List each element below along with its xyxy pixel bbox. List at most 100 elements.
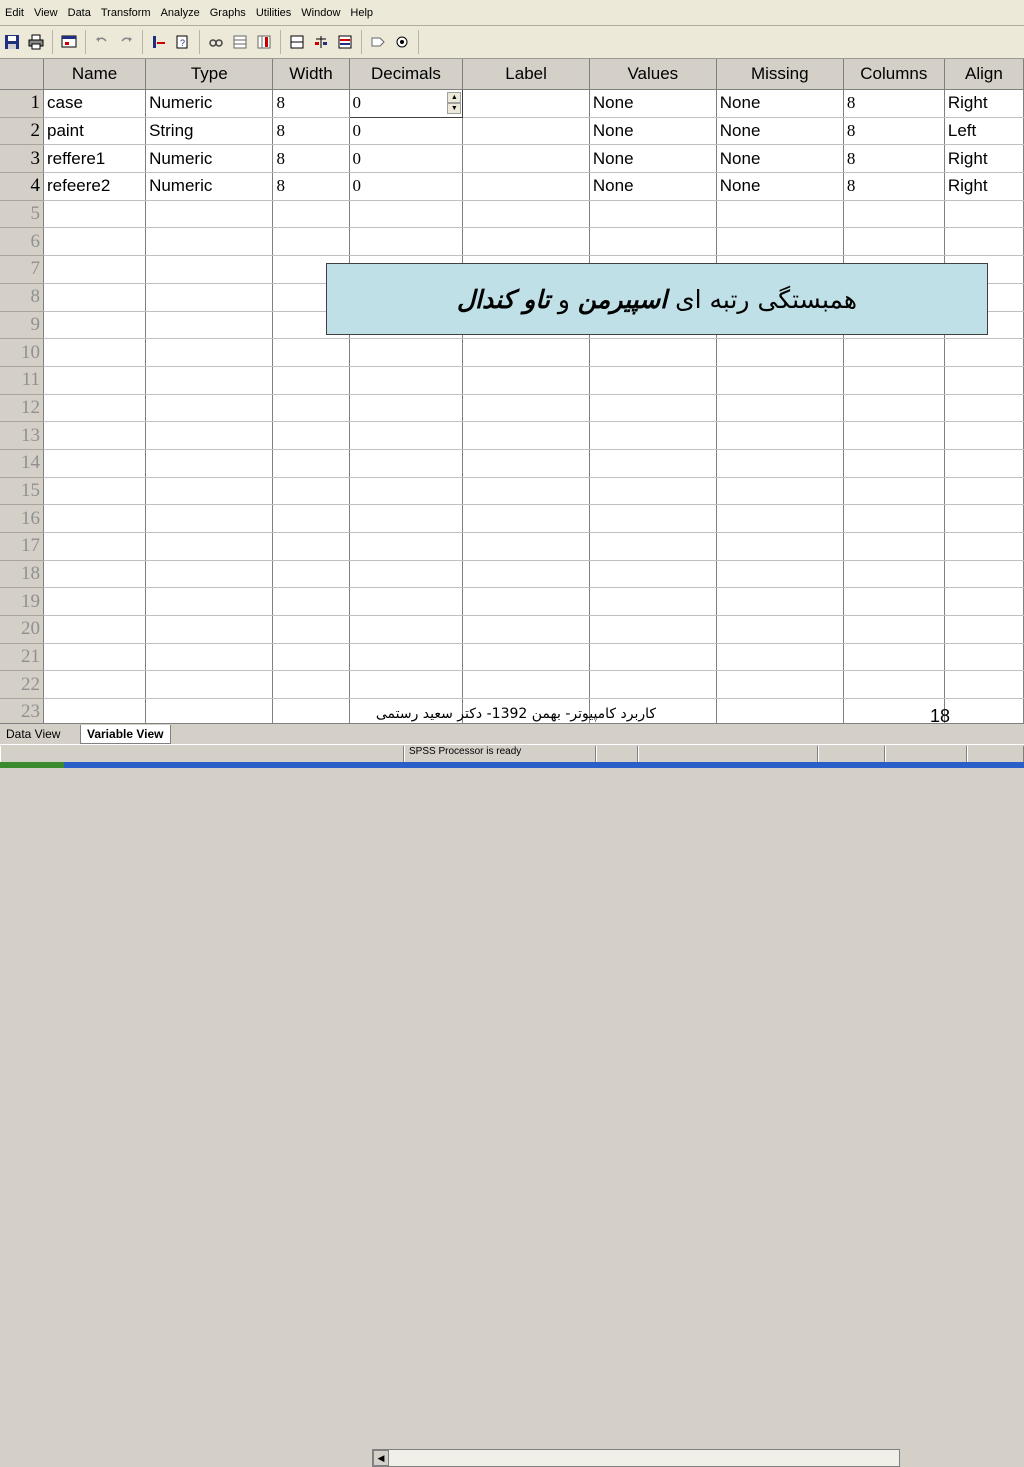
cell-type[interactable]	[145, 587, 274, 617]
cell-align[interactable]	[944, 504, 1024, 533]
cell-label[interactable]	[462, 587, 590, 617]
cell-values[interactable]	[589, 670, 717, 700]
cell-missing[interactable]: None	[716, 144, 844, 174]
row-number[interactable]: 16	[0, 504, 44, 533]
cell-values[interactable]	[589, 587, 717, 617]
cell-values[interactable]	[589, 200, 717, 229]
cell-align[interactable]	[944, 200, 1024, 229]
cell-missing[interactable]	[716, 227, 844, 257]
cell-type[interactable]: Numeric	[145, 172, 274, 201]
cell-label[interactable]	[462, 338, 590, 367]
cell-type[interactable]: String	[145, 117, 274, 146]
cell-align[interactable]	[944, 394, 1024, 423]
cell-align[interactable]	[944, 670, 1024, 700]
dialog-recall-icon[interactable]	[58, 32, 80, 52]
print-icon[interactable]	[25, 32, 47, 52]
cell-label[interactable]	[462, 227, 590, 257]
cell-label[interactable]	[462, 504, 590, 533]
row-number[interactable]: 3	[0, 144, 44, 174]
cell-name[interactable]	[43, 200, 147, 229]
cell-align[interactable]	[944, 698, 1024, 723]
save-icon[interactable]	[1, 32, 23, 52]
cell-label[interactable]	[462, 366, 590, 395]
cell-align[interactable]	[944, 615, 1024, 644]
cell-missing[interactable]	[716, 587, 844, 617]
cell-decimals[interactable]	[349, 560, 464, 589]
cell-decimals[interactable]	[349, 394, 464, 423]
insert-cases-icon[interactable]	[229, 32, 251, 52]
corner-cell[interactable]	[0, 59, 44, 90]
cell-values[interactable]	[589, 504, 717, 533]
cell-decimals[interactable]: 0	[349, 117, 464, 146]
cell-values[interactable]	[589, 643, 717, 672]
cell-name[interactable]	[43, 421, 147, 450]
cell-missing[interactable]	[716, 338, 844, 367]
cell-width[interactable]	[272, 394, 350, 423]
row-number[interactable]: 15	[0, 477, 44, 506]
cell-type[interactable]: Numeric	[145, 89, 274, 118]
cell-values[interactable]	[589, 366, 717, 395]
row-number[interactable]: 19	[0, 587, 44, 617]
cell-decimals[interactable]: 0	[349, 172, 464, 201]
cell-decimals[interactable]: 0	[349, 144, 464, 174]
cell-missing[interactable]	[716, 394, 844, 423]
spin-up-icon[interactable]: ▲	[447, 92, 462, 103]
cell-columns[interactable]: 8	[843, 89, 945, 118]
cell-width[interactable]	[272, 532, 350, 561]
cell-missing[interactable]	[716, 532, 844, 561]
cell-type[interactable]	[145, 670, 274, 700]
cell-missing[interactable]	[716, 366, 844, 395]
cell-columns[interactable]	[843, 394, 945, 423]
cell-values[interactable]	[589, 227, 717, 257]
cell-decimals[interactable]	[349, 227, 464, 257]
row-number[interactable]: 21	[0, 643, 44, 672]
redo-icon[interactable]	[115, 32, 137, 52]
cell-align[interactable]: Right	[944, 172, 1024, 201]
cell-values[interactable]	[589, 615, 717, 644]
row-number[interactable]: 22	[0, 670, 44, 700]
cell-decimals[interactable]	[349, 421, 464, 450]
cell-columns[interactable]: 8	[843, 172, 945, 201]
cell-width[interactable]: 8	[272, 89, 350, 118]
cell-label[interactable]	[462, 560, 590, 589]
cell-name[interactable]	[43, 366, 147, 395]
cell-align[interactable]	[944, 366, 1024, 395]
cell-name[interactable]: refeere2	[43, 172, 147, 201]
cell-align[interactable]	[944, 421, 1024, 450]
goto-case-icon[interactable]	[148, 32, 170, 52]
cell-name[interactable]	[43, 504, 147, 533]
column-header-values[interactable]: Values	[589, 59, 717, 90]
cell-decimals[interactable]	[349, 643, 464, 672]
row-number[interactable]: 5	[0, 200, 44, 229]
cell-name[interactable]: case	[43, 89, 147, 118]
cell-decimals[interactable]	[349, 366, 464, 395]
tab-variable-view[interactable]: Variable View	[80, 725, 171, 744]
cell-columns[interactable]	[843, 200, 945, 229]
column-header-name[interactable]: Name	[43, 59, 147, 90]
cell-values[interactable]	[589, 338, 717, 367]
cell-name[interactable]	[43, 311, 147, 340]
cell-type[interactable]: Numeric	[145, 144, 274, 174]
cell-width[interactable]	[272, 615, 350, 644]
row-number[interactable]: 20	[0, 615, 44, 644]
row-number[interactable]: 1	[0, 89, 44, 118]
cell-width[interactable]	[272, 421, 350, 450]
cell-values[interactable]: None	[589, 117, 717, 146]
row-number[interactable]: 13	[0, 421, 44, 450]
cell-align[interactable]	[944, 449, 1024, 478]
cell-missing[interactable]	[716, 698, 844, 723]
split-file-icon[interactable]	[286, 32, 308, 52]
cell-values[interactable]: None	[589, 144, 717, 174]
cell-type[interactable]	[145, 560, 274, 589]
cell-width[interactable]	[272, 477, 350, 506]
undo-icon[interactable]	[91, 32, 113, 52]
cell-type[interactable]	[145, 449, 274, 478]
row-number[interactable]: 9	[0, 311, 44, 340]
cell-name[interactable]	[43, 394, 147, 423]
menu-item-graphs[interactable]: Graphs	[205, 7, 251, 19]
cell-columns[interactable]: 8	[843, 144, 945, 174]
cell-align[interactable]	[944, 643, 1024, 672]
cell-label[interactable]	[462, 670, 590, 700]
cell-type[interactable]	[145, 366, 274, 395]
cell-label[interactable]	[462, 421, 590, 450]
